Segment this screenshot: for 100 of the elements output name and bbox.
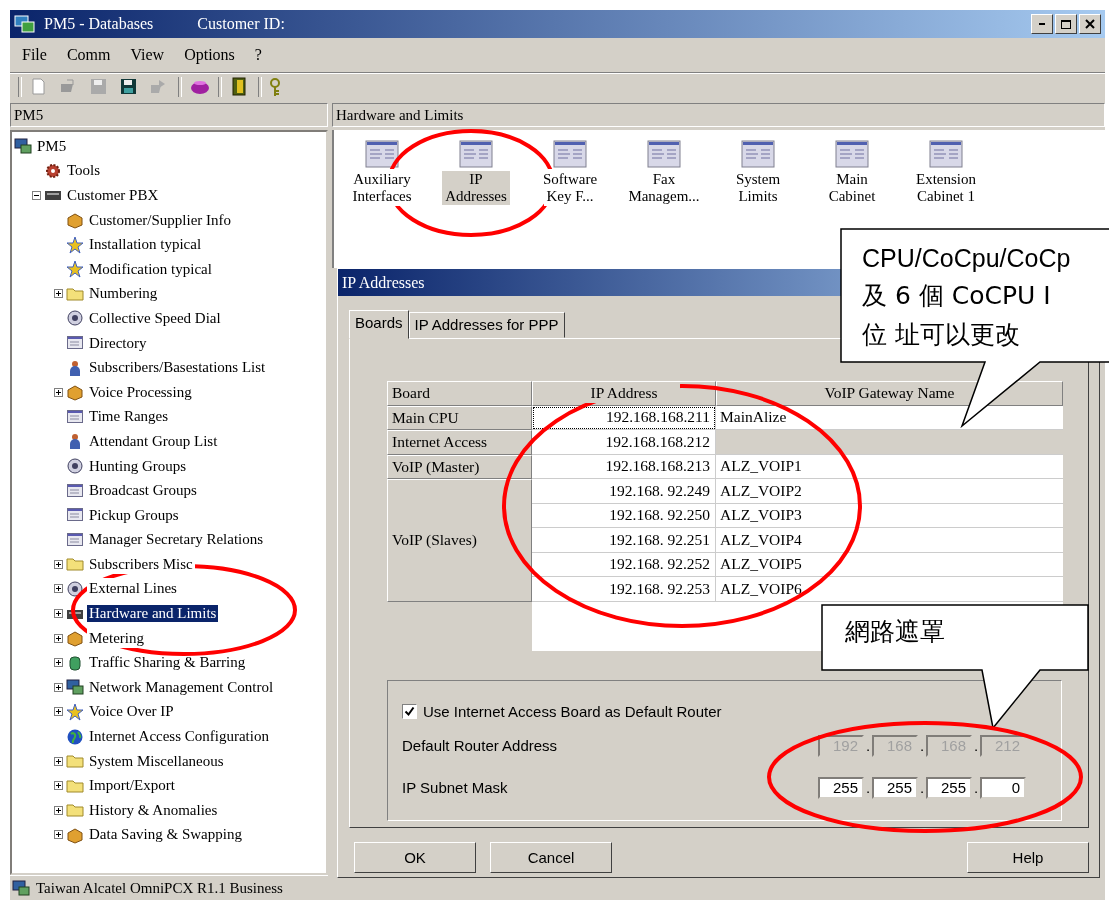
tree-item[interactable]: Customer/Supplier Info <box>87 211 234 229</box>
status-text: Taiwan Alcatel OmniPCX R1.1 Business <box>36 879 283 897</box>
tree-item[interactable]: Installation typical <box>87 236 204 254</box>
tree-item[interactable]: Traffic Sharing & Barring <box>87 654 248 672</box>
expander-icon[interactable] <box>54 682 63 692</box>
octet-field[interactable]: 0 <box>980 776 1026 799</box>
tree-item[interactable]: Customer PBX <box>65 187 161 204</box>
menu-item[interactable]: ? <box>246 44 270 66</box>
panel-header: PM5 <box>10 103 328 127</box>
expander-icon[interactable] <box>54 633 63 643</box>
dialog-button[interactable]: Cancel <box>490 842 612 873</box>
separator-dot: . <box>864 737 872 754</box>
tree-item[interactable]: Data Saving & Swapping <box>87 826 244 844</box>
tree-item[interactable]: Broadcast Groups <box>87 482 199 500</box>
table-cell[interactable]: ALZ_VOIP4 <box>716 528 1063 553</box>
tree-item[interactable]: Hunting Groups <box>87 457 189 475</box>
tree-item[interactable]: Directory <box>87 334 149 352</box>
tree-item[interactable]: Attendant Group List <box>87 432 220 450</box>
tree-item[interactable]: Subscribers Misc <box>87 555 195 573</box>
separator-dot: . <box>918 779 926 796</box>
tree-item[interactable]: Collective Speed Dial <box>87 309 223 327</box>
maximize-icon <box>1061 19 1071 29</box>
module-button[interactable]: Extension Cabinet 1 <box>902 140 990 205</box>
table-cell[interactable]: 192.168. 92.253 <box>532 577 716 602</box>
tree-item[interactable]: Manager Secretary Relations <box>87 531 266 549</box>
tree-item[interactable]: Pickup Groups <box>87 506 181 524</box>
tree-item[interactable]: Network Management Control <box>87 678 276 696</box>
menu-item[interactable]: Comm <box>58 44 119 66</box>
module-button[interactable]: Software Key F... <box>526 140 614 205</box>
tree-item[interactable]: Subscribers/Basestations List <box>87 359 268 377</box>
table-cell[interactable]: 192.168. 92.251 <box>532 528 716 553</box>
column-header[interactable]: Board <box>387 381 532 406</box>
row-header: Main CPU <box>387 405 532 430</box>
checkbox-label[interactable]: Use Internet Access Board as Default Router <box>423 703 722 720</box>
expander-icon[interactable] <box>54 559 63 569</box>
module-button[interactable]: IP Addresses <box>432 140 520 205</box>
expander-icon[interactable] <box>54 289 63 299</box>
tree-item[interactable]: Metering <box>87 629 146 647</box>
folder-icon <box>66 752 84 771</box>
table-cell[interactable]: 192.168. 92.252 <box>532 552 716 577</box>
tree-item[interactable]: History & Anomalies <box>87 801 220 819</box>
module-button[interactable]: Main Cabinet <box>808 140 896 205</box>
dialog-button[interactable]: OK <box>354 842 476 873</box>
tab[interactable]: IP Addresses for PPP <box>408 312 565 338</box>
tree-item[interactable]: Tools <box>65 162 103 180</box>
module-button[interactable]: System Limits <box>714 140 802 205</box>
dialog-button[interactable]: Help <box>967 842 1089 873</box>
expander-icon[interactable] <box>54 387 63 397</box>
tree-item[interactable]: Voice Over IP <box>87 703 176 721</box>
checkbox[interactable] <box>402 704 417 719</box>
key-button[interactable] <box>268 77 282 97</box>
tree-item[interactable]: Numbering <box>87 285 160 303</box>
tree-item[interactable]: PM5 <box>35 137 69 155</box>
expander-icon[interactable] <box>54 805 63 815</box>
table-cell[interactable]: ALZ_VOIP2 <box>716 479 1063 504</box>
module-button[interactable]: Fax Managem... <box>620 140 708 205</box>
octet-field[interactable]: 255 <box>818 776 864 799</box>
expander-icon[interactable] <box>54 707 63 717</box>
tree-item[interactable]: Voice Processing <box>87 383 194 401</box>
tree-item[interactable]: Modification typical <box>87 260 214 278</box>
expander-icon[interactable] <box>54 584 63 594</box>
tree-item[interactable]: External Lines <box>87 580 179 598</box>
menu-item[interactable]: Options <box>176 44 243 66</box>
tree-item[interactable]: Internet Access Configuration <box>87 728 271 746</box>
module-button[interactable]: Auxiliary Interfaces <box>338 140 426 205</box>
tree-item[interactable]: Import/Export <box>87 777 177 795</box>
computer-icon <box>12 879 32 897</box>
tree-item[interactable]: System Miscellaneous <box>87 752 226 770</box>
table-cell[interactable]: 192.168. 92.249 <box>532 479 716 504</box>
octet-field[interactable]: 255 <box>926 776 972 799</box>
dial-icon <box>66 580 84 598</box>
dial-icon <box>66 309 84 328</box>
tab[interactable]: Boards <box>349 310 409 339</box>
expander-icon[interactable] <box>54 756 63 766</box>
table-cell[interactable]: ALZ_VOIP6 <box>716 577 1063 602</box>
maximize-button[interactable] <box>1055 14 1077 34</box>
expander-icon[interactable] <box>54 830 63 840</box>
table-cell[interactable]: ALZ_VOIP3 <box>716 503 1063 528</box>
expander-icon[interactable] <box>54 781 63 791</box>
expander-icon[interactable] <box>54 658 63 668</box>
table-cell[interactable]: 192.168.168.213 <box>532 454 716 479</box>
computer-icon <box>66 678 84 697</box>
minimize-icon <box>1039 23 1045 25</box>
separator-dot: . <box>864 779 872 796</box>
close-button[interactable] <box>1079 14 1101 34</box>
table-cell[interactable]: ALZ_VOIP1 <box>716 454 1063 479</box>
table-cell[interactable]: 192.168. 92.250 <box>532 503 716 528</box>
tree-item[interactable]: Hardware and Limits <box>87 605 219 623</box>
menu-item[interactable]: File <box>14 44 55 66</box>
field-label: Default Router Address <box>402 737 559 754</box>
expander-icon[interactable] <box>32 191 41 200</box>
table-cell[interactable]: 192.168.168.212 <box>532 430 716 455</box>
octet-field[interactable]: 255 <box>872 776 918 799</box>
menu-item[interactable]: View <box>122 44 173 66</box>
tree-item[interactable]: Time Ranges <box>87 408 171 426</box>
folder-icon <box>66 801 84 820</box>
folder-icon <box>66 555 84 574</box>
table-cell[interactable]: ALZ_VOIP5 <box>716 552 1063 577</box>
expander-icon[interactable] <box>54 609 63 619</box>
minimize-button[interactable] <box>1031 14 1053 34</box>
